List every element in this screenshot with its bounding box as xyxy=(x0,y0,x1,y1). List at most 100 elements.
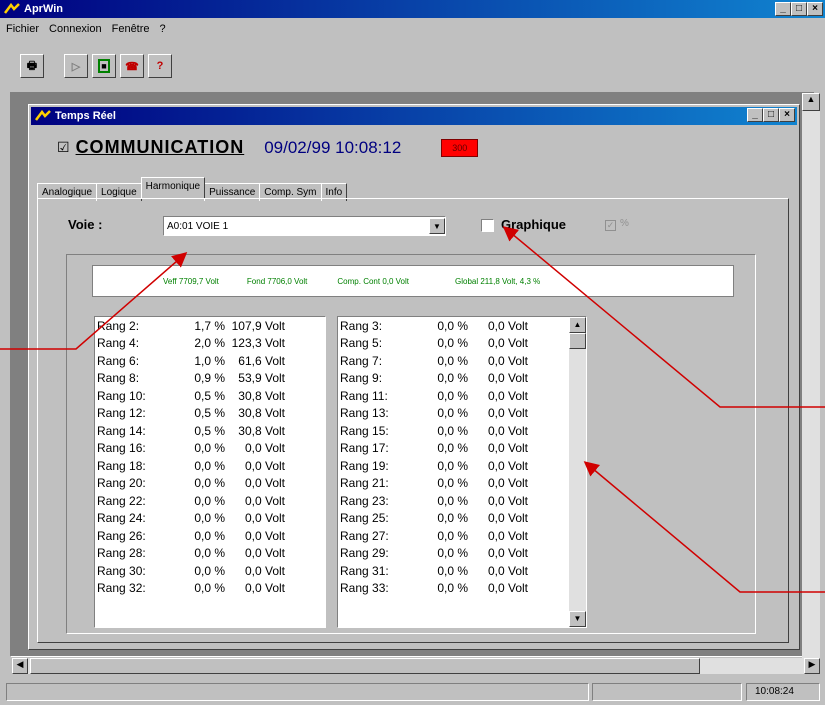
rang-label: Rang 28: xyxy=(97,546,146,561)
left-list-row: Rang 14: 0,5 % 30,8 Volt xyxy=(95,422,325,440)
play-button[interactable]: ▷ xyxy=(64,54,88,78)
right-list-row: Rang 13: 0,0 % 0,0 Volt xyxy=(338,405,586,423)
rang-volt: 30,8 Volt xyxy=(238,388,285,403)
scroll-right-icon[interactable]: ▶ xyxy=(804,658,820,674)
right-list-row: Rang 7: 0,0 % 0,0 Volt xyxy=(338,352,586,370)
left-list-row: Rang 30: 0,0 % 0,0 Volt xyxy=(95,562,325,580)
graphique-checkbox[interactable] xyxy=(481,219,494,232)
percent-label: % xyxy=(620,218,629,229)
rang-label: Rang 11: xyxy=(340,388,388,403)
left-list-row: Rang 10: 0,5 % 30,8 Volt xyxy=(95,387,325,405)
communication-label: COMMUNICATION xyxy=(75,137,245,157)
rang-label: Rang 5: xyxy=(340,336,383,351)
rang-label: Rang 10: xyxy=(97,388,146,403)
rang-label: Rang 32: xyxy=(97,581,146,596)
child-maximize-button[interactable]: □ xyxy=(763,108,779,122)
rang-percent: 0,0 % xyxy=(437,476,468,491)
rang-volt: 0,0 Volt xyxy=(244,528,285,543)
rang-percent: 0,0 % xyxy=(437,353,468,368)
app-title: AprWin xyxy=(24,3,64,15)
stop-icon: ■ xyxy=(98,59,110,73)
list-scroll-up-icon[interactable]: ▲ xyxy=(569,317,586,333)
left-list-row: Rang 20: 0,0 % 0,0 Volt xyxy=(95,475,325,493)
minimize-button[interactable]: _ xyxy=(775,2,791,16)
communication-datetime: 09/02/99 10:08:12 xyxy=(264,137,402,157)
menu-help[interactable]: ? xyxy=(160,23,166,35)
right-harmonics-list[interactable]: Rang 3: 0,0 % 0,0 Volt Rang 5: 0,0 % 0,0 Volt… xyxy=(337,316,587,628)
rang-label: Rang 4: xyxy=(97,336,140,351)
percent-checkbox[interactable]: ✓ xyxy=(605,220,616,231)
harmonique-panel: Voie : A0:01 VOIE 1 ▼ Graphique ✓ % Veff… xyxy=(37,198,789,643)
rang-volt: 0,0 Volt xyxy=(244,563,285,578)
rang-volt: 0,0 Volt xyxy=(244,493,285,508)
rang-volt: 0,0 Volt xyxy=(487,371,528,386)
scroll-up-icon[interactable]: ▲ xyxy=(802,93,820,111)
rang-label: Rang 27: xyxy=(340,528,389,543)
rang-label: Rang 26: xyxy=(97,528,146,543)
rang-percent: 0,0 % xyxy=(437,581,468,596)
scroll-left-icon[interactable]: ◀ xyxy=(12,658,28,674)
rang-volt: 0,0 Volt xyxy=(244,458,285,473)
rang-label: Rang 20: xyxy=(97,476,146,491)
print-button[interactable]: 🖶 xyxy=(20,54,44,78)
rang-volt: 0,0 Volt xyxy=(487,458,528,473)
rang-volt: 0,0 Volt xyxy=(487,546,528,561)
tab-harmonique[interactable]: Harmonique xyxy=(140,177,206,198)
summary-fond: Fond 7706,0 Volt xyxy=(246,276,308,286)
child-close-button[interactable]: × xyxy=(779,108,795,122)
window-icon xyxy=(35,109,51,122)
menu-connexion[interactable]: Connexion xyxy=(49,23,102,35)
chevron-down-icon[interactable]: ▼ xyxy=(429,218,445,234)
rang-label: Rang 30: xyxy=(97,563,146,578)
child-minimize-button[interactable]: _ xyxy=(747,108,763,122)
menu-fichier[interactable]: Fichier xyxy=(6,23,39,35)
communication-checkbox[interactable]: ☑ xyxy=(57,139,70,156)
help-button[interactable]: ? xyxy=(148,54,172,78)
child-title-bar: Temps Réel _ □ × xyxy=(31,107,797,125)
communication-row: ☑ COMMUNICATION 09/02/99 10:08:12 300 xyxy=(57,137,479,158)
phone-button[interactable]: ☎ xyxy=(120,54,144,78)
rang-volt: 0,0 Volt xyxy=(487,563,528,578)
rang-volt: 30,8 Volt xyxy=(238,406,285,421)
rang-percent: 0,0 % xyxy=(437,528,468,543)
rang-percent: 0,0 % xyxy=(194,441,225,456)
print-icon: 🖶 xyxy=(26,59,38,72)
rang-label: Rang 9: xyxy=(340,371,383,386)
menu-fenetre[interactable]: Fenêtre xyxy=(112,23,150,35)
stop-button[interactable]: ■ xyxy=(92,54,116,78)
left-list-row: Rang 6: 1,0 % 61,6 Volt xyxy=(95,352,325,370)
rang-percent: 0,0 % xyxy=(194,581,225,596)
rang-percent: 0,0 % xyxy=(194,511,225,526)
rang-percent: 0,0 % xyxy=(437,511,468,526)
rang-percent: 0,0 % xyxy=(437,546,468,561)
rang-volt: 0,0 Volt xyxy=(487,336,528,351)
rang-label: Rang 23: xyxy=(340,493,389,508)
rang-label: Rang 25: xyxy=(340,511,389,526)
status-panel-main xyxy=(6,683,589,701)
rang-percent: 0,0 % xyxy=(437,406,468,421)
mdi-vertical-scrollbar[interactable]: ▲ xyxy=(802,93,820,658)
list-scroll-thumb[interactable] xyxy=(569,333,586,349)
rang-volt: 0,0 Volt xyxy=(487,423,528,438)
rang-percent: 1,0 % xyxy=(194,353,225,368)
rang-volt: 0,0 Volt xyxy=(487,388,528,403)
left-rows: Rang 2: 1,7 % 107,9 Volt Rang 4: 2,0 % 123,3 … xyxy=(95,317,325,597)
list-scroll-down-icon[interactable]: ▼ xyxy=(569,611,586,627)
mdi-horizontal-scrollbar[interactable]: ◀ ▶ xyxy=(12,658,820,674)
close-button[interactable]: × xyxy=(807,2,823,16)
right-list-row: Rang 33: 0,0 % 0,0 Volt xyxy=(338,580,586,598)
summary-strip: Veff 7709,7 Volt Fond 7706,0 Volt Comp. … xyxy=(92,265,734,297)
voie-select[interactable]: A0:01 VOIE 1 ▼ xyxy=(163,216,446,236)
rang-volt: 0,0 Volt xyxy=(487,581,528,596)
list-scrollbar[interactable]: ▲ ▼ xyxy=(569,317,586,627)
right-list-row: Rang 29: 0,0 % 0,0 Volt xyxy=(338,545,586,563)
rang-percent: 0,0 % xyxy=(194,546,225,561)
horizontal-scroll-thumb[interactable] xyxy=(30,658,700,674)
left-list-row: Rang 4: 2,0 % 123,3 Volt xyxy=(95,335,325,353)
child-title: Temps Réel xyxy=(55,110,116,122)
rang-volt: 0,0 Volt xyxy=(487,511,528,526)
right-list-row: Rang 9: 0,0 % 0,0 Volt xyxy=(338,370,586,388)
maximize-button[interactable]: □ xyxy=(791,2,807,16)
rang-label: Rang 22: xyxy=(97,493,146,508)
left-harmonics-list[interactable]: Rang 2: 1,7 % 107,9 Volt Rang 4: 2,0 % 123,3 … xyxy=(94,316,326,628)
